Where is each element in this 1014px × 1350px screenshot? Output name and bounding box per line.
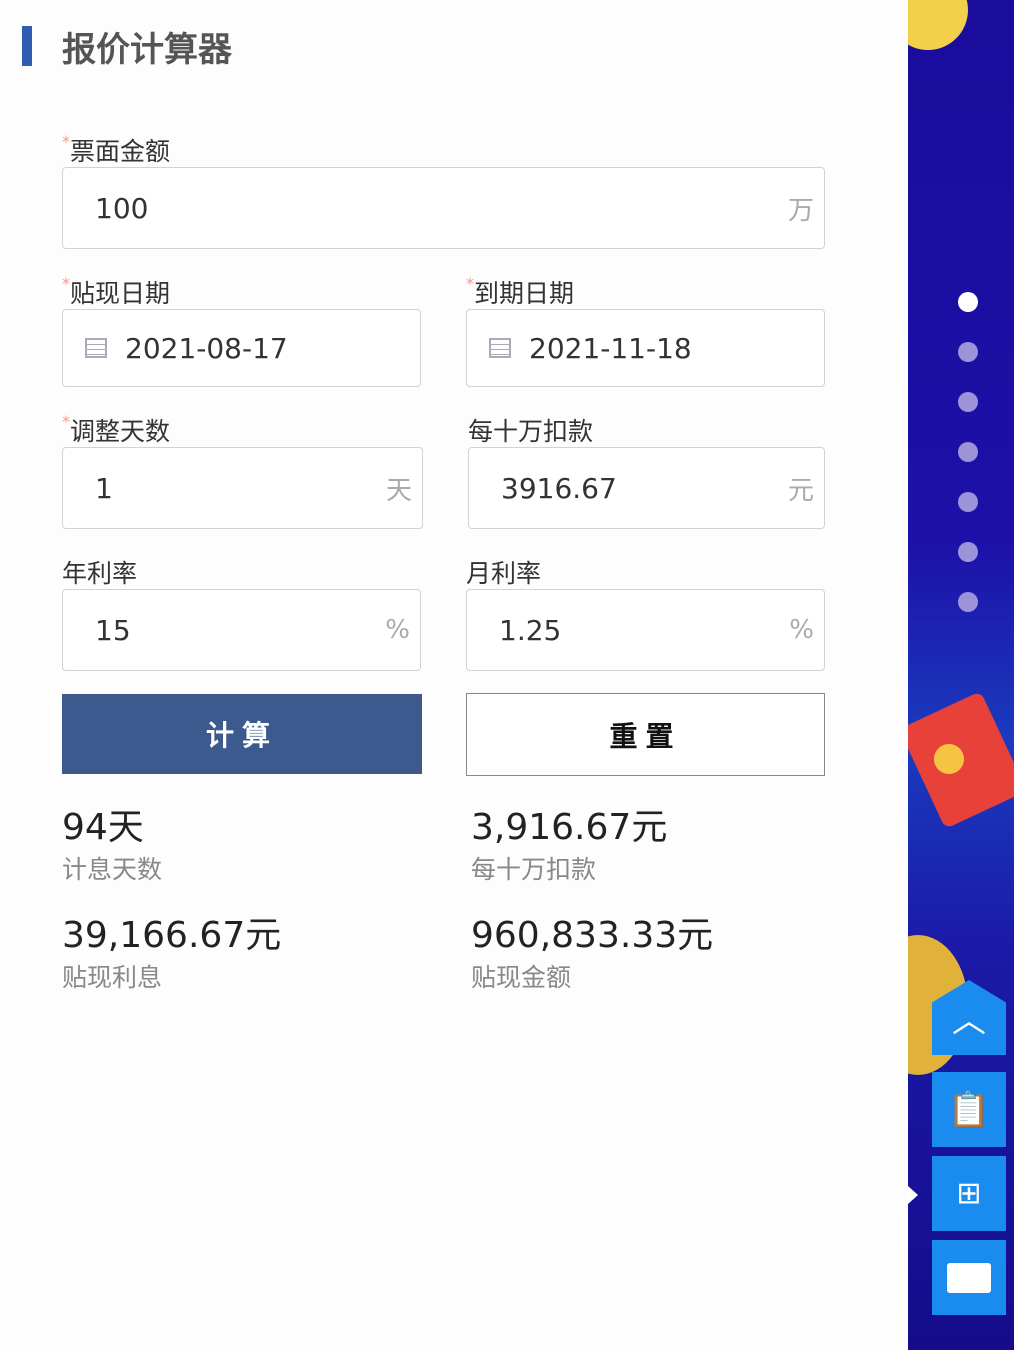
discount-date-label: *贴现日期 bbox=[62, 274, 170, 310]
carousel-dot[interactable] bbox=[958, 492, 978, 512]
coin-decoration bbox=[908, 0, 968, 50]
adjust-days-input[interactable]: 1天 bbox=[62, 447, 423, 529]
calculator-button[interactable]: ⊞ bbox=[932, 1156, 1006, 1231]
discount-interest-label: 贴现利息 bbox=[62, 958, 162, 994]
annual-rate-input[interactable]: 15% bbox=[62, 589, 421, 671]
monthly-rate-input[interactable]: 1.25% bbox=[466, 589, 825, 671]
discount-date-input[interactable]: 2021-08-17 bbox=[62, 309, 421, 387]
discount-amount-label: 贴现金额 bbox=[471, 958, 571, 994]
clipboard-button[interactable]: 📋 bbox=[932, 1072, 1006, 1147]
per-100k-result-label: 每十万扣款 bbox=[471, 850, 596, 886]
card-icon bbox=[947, 1263, 991, 1293]
per-100k-result-value: 3,916.67元 bbox=[471, 798, 667, 850]
interest-days-label: 计息天数 bbox=[62, 850, 162, 886]
discount-interest-value: 39,166.67元 bbox=[62, 906, 281, 958]
carousel-dot[interactable] bbox=[958, 542, 978, 562]
monthly-rate-label: 月利率 bbox=[466, 554, 541, 590]
carousel-dot-active[interactable] bbox=[958, 292, 978, 312]
per-100k-input[interactable]: 3916.67元 bbox=[468, 447, 825, 529]
card-button[interactable] bbox=[932, 1240, 1006, 1315]
chevron-up-icon: ︿ bbox=[952, 993, 986, 1042]
per-100k-label: 每十万扣款 bbox=[468, 412, 593, 448]
side-banner: ︿ 📋 ⊞ bbox=[908, 0, 1014, 1350]
calculate-button[interactable]: 计算 bbox=[62, 694, 422, 774]
face-amount-input[interactable]: 100万 bbox=[62, 167, 825, 249]
carousel-dot[interactable] bbox=[958, 342, 978, 362]
calendar-icon bbox=[85, 338, 107, 358]
page-title: 报价计算器 bbox=[62, 22, 232, 71]
interest-days-value: 94天 bbox=[62, 798, 144, 850]
carousel-dot[interactable] bbox=[958, 592, 978, 612]
face-amount-label: *票面金额 bbox=[62, 132, 170, 168]
title-accent-bar bbox=[22, 26, 32, 66]
collapse-arrow-icon[interactable] bbox=[908, 1186, 918, 1204]
annual-rate-label: 年利率 bbox=[62, 554, 137, 590]
carousel-dot[interactable] bbox=[958, 442, 978, 462]
due-date-input[interactable]: 2021-11-18 bbox=[466, 309, 825, 387]
calendar-icon bbox=[489, 338, 511, 358]
discount-amount-value: 960,833.33元 bbox=[471, 906, 713, 958]
clipboard-check-icon: 📋 bbox=[948, 1090, 990, 1130]
adjust-days-label: *调整天数 bbox=[62, 412, 170, 448]
coin-icon bbox=[934, 744, 964, 774]
reset-button[interactable]: 重置 bbox=[466, 693, 825, 776]
carousel-dot[interactable] bbox=[958, 392, 978, 412]
due-date-label: *到期日期 bbox=[466, 274, 574, 310]
calculator-icon: ⊞ bbox=[956, 1176, 981, 1211]
